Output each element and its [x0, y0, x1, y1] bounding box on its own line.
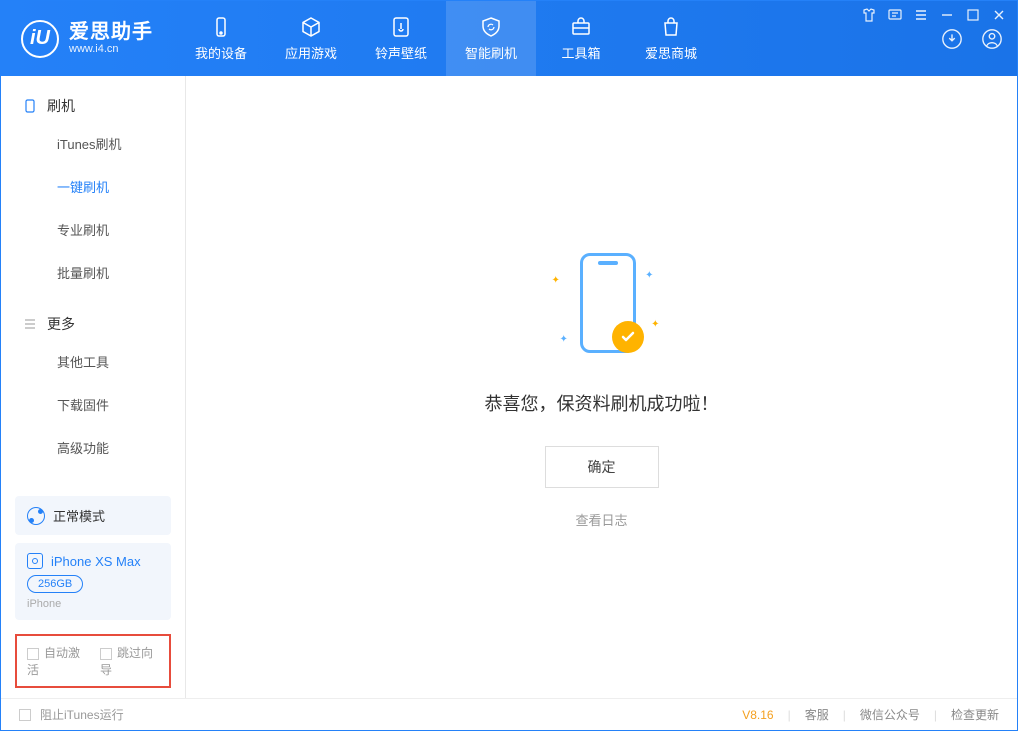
window-controls	[861, 7, 1007, 23]
sparkle-icon: ✦	[651, 319, 659, 330]
phone-small-icon	[27, 553, 43, 569]
checkbox-skip-guide[interactable]: 跳过向导	[100, 644, 159, 678]
success-illustration: ✦ ✦ ✦ ✦	[542, 245, 662, 365]
download-icon[interactable]	[939, 26, 965, 52]
sidebar-item-onekey-flash[interactable]: 一键刷机	[1, 165, 185, 208]
sidebar-item-batch-flash[interactable]: 批量刷机	[1, 251, 185, 294]
mode-box[interactable]: 正常模式	[15, 496, 171, 535]
version-label: V8.16	[742, 708, 773, 722]
toolbox-icon	[569, 15, 593, 39]
body: 刷机 iTunes刷机 一键刷机 专业刷机 批量刷机 更多 其他工具 下载固件 …	[1, 76, 1017, 698]
sidebar-item-download-fw[interactable]: 下载固件	[1, 383, 185, 426]
footer: 阻止iTunes运行 V8.16 | 客服 | 微信公众号 | 检查更新	[1, 698, 1017, 730]
minimize-button[interactable]	[939, 7, 955, 23]
options-highlight: 自动激活 跳过向导	[15, 634, 171, 688]
shirt-icon[interactable]	[861, 7, 877, 23]
sidebar-item-advanced[interactable]: 高级功能	[1, 426, 185, 469]
storage-badge: 256GB	[27, 575, 83, 593]
tab-toolbox[interactable]: 工具箱	[536, 1, 626, 76]
tab-label: 智能刷机	[465, 43, 517, 62]
tab-label: 应用游戏	[285, 43, 337, 62]
view-log-link[interactable]: 查看日志	[575, 510, 627, 529]
device-box[interactable]: iPhone XS Max 256GB iPhone	[15, 543, 171, 620]
device-icon	[209, 15, 233, 39]
tab-my-device[interactable]: 我的设备	[176, 1, 266, 76]
main-content: ✦ ✦ ✦ ✦ 恭喜您，保资料刷机成功啦！ 确定 查看日志	[186, 76, 1017, 698]
tab-label: 工具箱	[561, 43, 600, 62]
sidebar-group-flash: 刷机	[1, 76, 185, 122]
device-type: iPhone	[27, 598, 159, 610]
group-label: 刷机	[47, 96, 75, 116]
shield-refresh-icon	[479, 15, 503, 39]
checkbox-block-itunes[interactable]: 阻止iTunes运行	[19, 706, 124, 723]
feedback-icon[interactable]	[887, 7, 903, 23]
tab-ringtones[interactable]: 铃声壁纸	[356, 1, 446, 76]
sidebar-item-pro-flash[interactable]: 专业刷机	[1, 208, 185, 251]
maximize-button[interactable]	[965, 7, 981, 23]
tab-apps-games[interactable]: 应用游戏	[266, 1, 356, 76]
logo-icon: iU	[21, 20, 59, 58]
logo[interactable]: iU 爱思助手 www.i4.cn	[1, 1, 168, 76]
app-window: iU 爱思助手 www.i4.cn 我的设备 应用游戏 铃声壁纸 智能刷机	[0, 0, 1018, 731]
user-icon[interactable]	[979, 26, 1005, 52]
footer-link-support[interactable]: 客服	[805, 706, 829, 723]
sidebar: 刷机 iTunes刷机 一键刷机 专业刷机 批量刷机 更多 其他工具 下载固件 …	[1, 76, 186, 698]
close-button[interactable]	[991, 7, 1007, 23]
app-domain: www.i4.cn	[69, 43, 153, 55]
bag-icon	[659, 15, 683, 39]
mode-label: 正常模式	[53, 506, 105, 525]
success-message: 恭喜您，保资料刷机成功啦！	[485, 390, 719, 416]
sidebar-group-more: 更多	[1, 294, 185, 340]
sidebar-item-itunes-flash[interactable]: iTunes刷机	[1, 122, 185, 165]
check-badge-icon	[612, 321, 644, 353]
list-icon	[23, 317, 37, 331]
cube-icon	[299, 15, 323, 39]
checkbox-auto-activate[interactable]: 自动激活	[27, 644, 86, 678]
ok-button[interactable]: 确定	[545, 446, 659, 488]
sparkle-icon: ✦	[552, 275, 560, 286]
app-name: 爱思助手	[69, 21, 153, 43]
sparkle-icon: ✦	[645, 270, 653, 281]
footer-link-update[interactable]: 检查更新	[951, 706, 999, 723]
sparkle-icon: ✦	[560, 334, 568, 345]
sidebar-item-other-tools[interactable]: 其他工具	[1, 340, 185, 383]
tab-label: 我的设备	[195, 43, 247, 62]
phone-icon	[23, 99, 37, 113]
device-name: iPhone XS Max	[51, 554, 141, 569]
music-icon	[389, 15, 413, 39]
tab-smart-flash[interactable]: 智能刷机	[446, 1, 536, 76]
main-tabs: 我的设备 应用游戏 铃声壁纸 智能刷机 工具箱 爱思商城	[176, 1, 716, 76]
tab-store[interactable]: 爱思商城	[626, 1, 716, 76]
tab-label: 铃声壁纸	[375, 43, 427, 62]
menu-icon[interactable]	[913, 7, 929, 23]
group-label: 更多	[47, 314, 75, 334]
mode-icon	[27, 507, 45, 525]
tab-label: 爱思商城	[645, 43, 697, 62]
footer-link-wechat[interactable]: 微信公众号	[860, 706, 920, 723]
